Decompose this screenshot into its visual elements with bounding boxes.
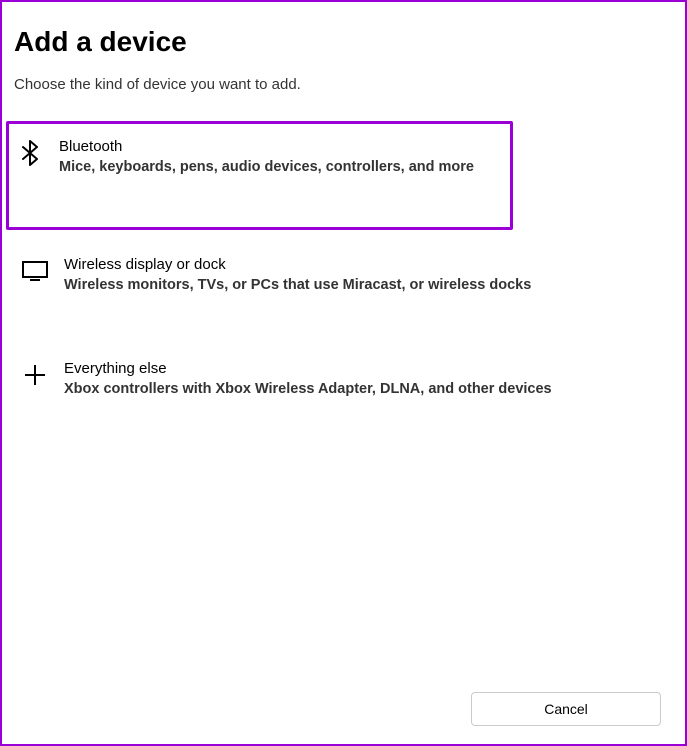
dialog-subtitle: Choose the kind of device you want to ad… <box>14 76 673 93</box>
plus-icon <box>22 362 48 388</box>
device-option-title: Wireless display or dock <box>64 256 665 273</box>
device-option-everything-else[interactable]: Everything else Xbox controllers with Xb… <box>14 346 673 417</box>
bluetooth-icon <box>17 140 43 166</box>
device-option-description: Mice, keyboards, pens, audio devices, co… <box>59 157 502 177</box>
device-option-bluetooth[interactable]: Bluetooth Mice, keyboards, pens, audio d… <box>6 121 513 230</box>
monitor-icon <box>22 258 48 284</box>
device-option-title: Bluetooth <box>59 138 502 155</box>
device-option-title: Everything else <box>64 360 665 377</box>
dialog-title: Add a device <box>14 26 673 58</box>
device-option-description: Xbox controllers with Xbox Wireless Adap… <box>64 379 665 399</box>
cancel-button[interactable]: Cancel <box>471 692 661 726</box>
device-option-description: Wireless monitors, TVs, or PCs that use … <box>64 275 665 295</box>
device-option-wireless-display[interactable]: Wireless display or dock Wireless monito… <box>14 242 673 313</box>
